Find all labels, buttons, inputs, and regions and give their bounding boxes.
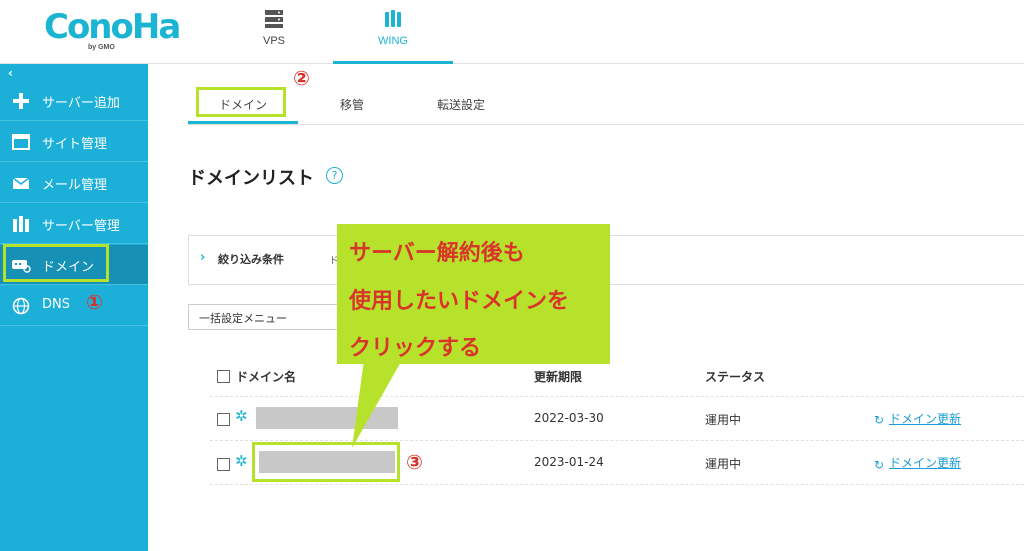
page-title: ドメインリスト [188, 168, 314, 189]
row-divider [210, 440, 1024, 441]
window-icon [12, 134, 30, 150]
tab-transfer[interactable]: 移管 [340, 96, 364, 113]
sidebar-item-label: サーバー管理 [42, 219, 120, 234]
marker-3: ③ [406, 450, 423, 474]
sidebar-item-dns[interactable]: DNS [0, 286, 148, 326]
tab-wing[interactable]: WING [333, 0, 453, 64]
refresh-icon[interactable]: ↻ [874, 413, 884, 427]
gear-icon[interactable]: ✲ [235, 407, 248, 425]
tab-vps-label: VPS [262, 35, 285, 47]
sidebar-item-add-server[interactable]: サーバー追加 [0, 81, 148, 121]
callout-line-2: 使用したいドメインを [349, 289, 570, 314]
domain-renew-link[interactable]: ドメイン更新 [889, 454, 961, 471]
domain-renew-link[interactable]: ドメイン更新 [889, 410, 961, 427]
column-header-expiry: 更新期限 [534, 370, 583, 384]
highlight-box-domain-menu [3, 244, 109, 282]
server-icon [265, 10, 283, 28]
sidebar-item-label: DNS [42, 297, 70, 312]
wing-server-icon [385, 10, 401, 27]
row-checkbox[interactable] [217, 458, 230, 471]
tab-vps[interactable]: VPS [244, 0, 304, 64]
filter-label[interactable]: 絞り込み条件 [218, 251, 284, 267]
marker-1: ① [86, 290, 103, 314]
select-all-checkbox[interactable] [217, 370, 230, 383]
bulk-settings-menu[interactable]: 一括設定メニュー [188, 304, 340, 330]
sidebar-item-mail-management[interactable]: メール管理 [0, 163, 148, 203]
status-text: 運用中 [705, 457, 742, 471]
highlight-box-domain-tab [196, 87, 286, 117]
chevron-right-icon[interactable]: › [200, 250, 205, 265]
sidebar-item-label: メール管理 [42, 178, 108, 193]
sidebar-item-label: サーバー追加 [42, 96, 120, 111]
top-header: ConoHa by GMO VPS WING [0, 0, 1024, 64]
tabs-divider [188, 124, 1024, 125]
sidebar-item-site-management[interactable]: サイト管理 [0, 122, 148, 162]
callout-line-3: クリックする [349, 336, 482, 361]
sidebar-item-label: サイト管理 [42, 137, 108, 152]
server-stack-icon [13, 216, 29, 232]
mail-icon [12, 177, 30, 189]
sidebar-item-server-management[interactable]: サーバー管理 [0, 204, 148, 244]
marker-2: ② [293, 66, 310, 90]
expiry-date: 2023-01-24 [534, 455, 604, 469]
logo-text: ConoHa [44, 7, 181, 47]
status-text: 運用中 [705, 413, 742, 427]
gear-icon[interactable]: ✲ [235, 452, 248, 470]
row-divider [210, 484, 1024, 485]
row-checkbox[interactable] [217, 413, 230, 426]
tab-wing-label: WING [378, 35, 408, 47]
collapse-sidebar-icon[interactable]: ‹ [8, 66, 13, 80]
callout-line-1: サーバー解約後も [349, 241, 525, 266]
row-divider [210, 396, 1024, 397]
callout-tail [352, 360, 402, 448]
column-header-domain-name: ドメイン名 [236, 370, 297, 384]
globe-icon [12, 297, 30, 315]
logo-sub: by GMO [88, 44, 115, 51]
sidebar: ‹ サーバー追加 サイト管理 メール管理 サーバー管理 ドメイン DNS [0, 64, 148, 551]
conoha-logo[interactable]: ConoHa by GMO [44, 6, 181, 54]
refresh-icon[interactable]: ↻ [874, 458, 884, 472]
plus-icon [13, 93, 29, 109]
expiry-date: 2022-03-30 [534, 411, 604, 425]
help-icon[interactable]: ? [326, 167, 343, 184]
column-header-status: ステータス [705, 370, 766, 384]
tab-forwarding-settings[interactable]: 転送設定 [437, 96, 485, 113]
